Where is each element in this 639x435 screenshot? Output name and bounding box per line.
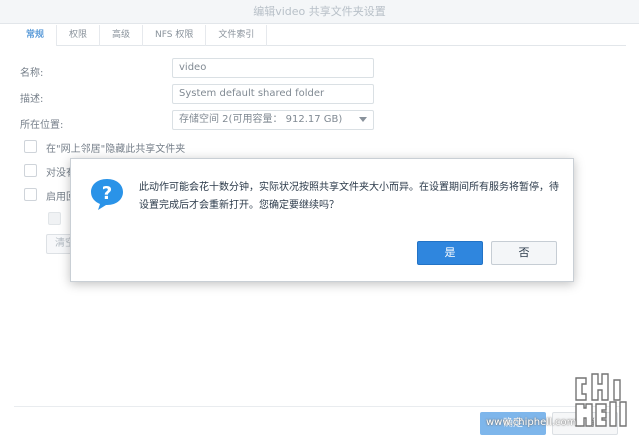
svg-text:?: ? xyxy=(102,183,112,204)
confirm-dialog: ? 此动作可能会花十数分钟，实际状况按照共享文件夹大小而异。在设置期间所有服务将… xyxy=(70,158,574,282)
no-button[interactable]: 否 xyxy=(491,241,557,265)
dialog-message: 此动作可能会花十数分钟，实际状况按照共享文件夹大小而异。在设置期间所有服务将暂停… xyxy=(139,182,559,211)
question-icon: ? xyxy=(91,179,123,210)
window-title: 编辑video 共享文件夹设置 xyxy=(0,0,639,24)
yes-button[interactable]: 是 xyxy=(417,241,483,265)
